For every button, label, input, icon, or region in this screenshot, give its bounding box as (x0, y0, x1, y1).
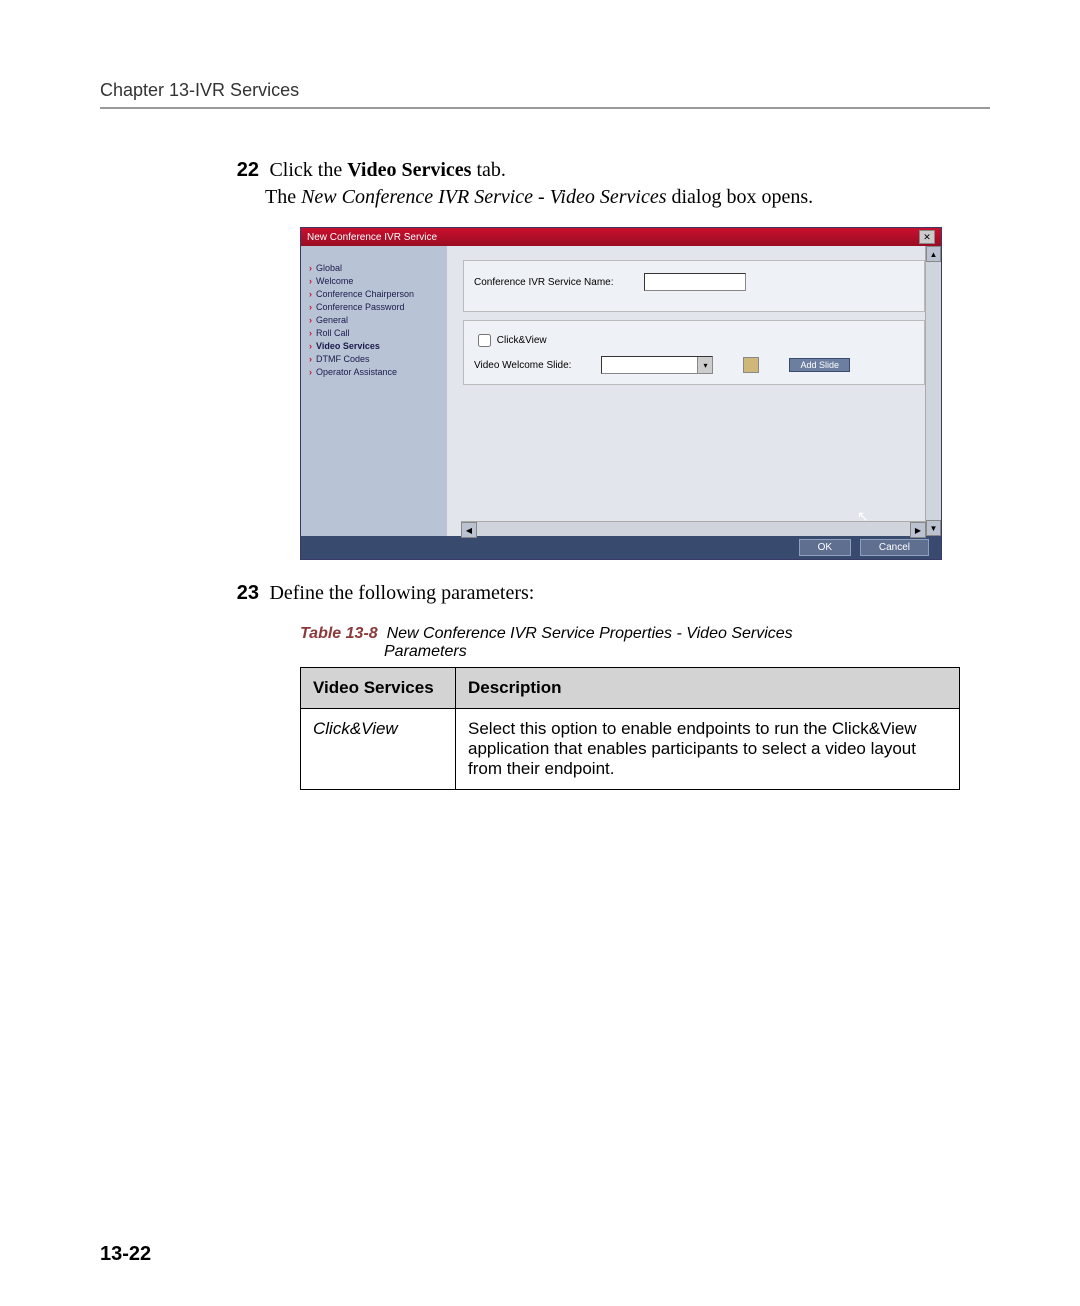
step-subtext: The New Conference IVR Service - Video S… (265, 186, 990, 209)
table-row: Click&View Select this option to enable … (301, 709, 960, 790)
step-prefix: Click the (269, 159, 347, 181)
table-label: Table 13-8 (300, 625, 378, 642)
scroll-down-icon[interactable]: ▼ (926, 520, 941, 536)
vertical-scrollbar[interactable]: ▲ ▼ (925, 246, 941, 536)
dialog-title: New Conference IVR Service (307, 232, 437, 243)
st-b: dialog box opens. (667, 186, 814, 208)
sidebar-item-rollcall[interactable]: Roll Call (309, 328, 439, 338)
clickview-row: Click&View (474, 331, 914, 350)
dialog-window: New Conference IVR Service ✕ Global Welc… (300, 227, 942, 560)
panel-video: Click&View Video Welcome Slide: Add Slid… (463, 320, 925, 385)
dialog-sidebar: Global Welcome Conference Chairperson Co… (301, 246, 447, 536)
dialog-footer: OK Cancel (301, 536, 941, 559)
cell-clickview-desc: Select this option to enable endpoints t… (456, 709, 960, 790)
params-table: Video Services Description Click&View Se… (300, 667, 960, 790)
st-i: New Conference IVR Service - Video Servi… (301, 186, 666, 208)
cancel-button[interactable]: Cancel (860, 539, 929, 556)
step-text: Define the following parameters: (269, 582, 534, 604)
page-number: 13-22 (100, 1243, 151, 1266)
clickview-checkbox[interactable] (478, 334, 491, 347)
sidebar-item-password[interactable]: Conference Password (309, 302, 439, 312)
cell-clickview: Click&View (301, 709, 456, 790)
sidebar-item-general[interactable]: General (309, 315, 439, 325)
header-rule (100, 107, 990, 109)
table-caption: Table 13-8 New Conference IVR Service Pr… (300, 625, 990, 661)
step-number: 23 (229, 582, 265, 605)
sidebar-item-welcome[interactable]: Welcome (309, 276, 439, 286)
sidebar-item-videoservices[interactable]: Video Services (309, 341, 439, 351)
table-header-row: Video Services Description (301, 668, 960, 709)
step-text: Click the Video Services tab. (269, 159, 505, 181)
welcome-slide-combo[interactable] (601, 356, 713, 374)
close-icon[interactable]: ✕ (919, 230, 935, 244)
table-caption-line2: Parameters (384, 643, 990, 661)
col-header-video-services: Video Services (301, 668, 456, 709)
sidebar-item-operator[interactable]: Operator Assistance (309, 367, 439, 377)
step-22: 22 Click the Video Services tab. The New… (265, 159, 990, 209)
sidebar-item-chairperson[interactable]: Conference Chairperson (309, 289, 439, 299)
clickview-label: Click&View (497, 335, 547, 346)
sidebar-item-dtmf[interactable]: DTMF Codes (309, 354, 439, 364)
step-23: 23 Define the following parameters: (265, 582, 990, 605)
sidebar-item-global[interactable]: Global (309, 263, 439, 273)
dialog-main: Conference IVR Service Name: Click&View … (447, 246, 941, 536)
page-header: Chapter 13-IVR Services (100, 80, 990, 101)
panel-service-name: Conference IVR Service Name: (463, 260, 925, 312)
col-header-description: Description (456, 668, 960, 709)
service-name-input[interactable] (644, 273, 746, 291)
browse-icon[interactable] (743, 357, 759, 373)
service-name-label: Conference IVR Service Name: (474, 277, 614, 288)
ok-button[interactable]: OK (799, 539, 851, 556)
cursor-icon: ↖ (857, 508, 869, 525)
step-suffix: tab. (471, 159, 505, 181)
scroll-left-icon[interactable]: ◀ (461, 522, 477, 538)
welcome-slide-row: Video Welcome Slide: Add Slide (474, 356, 914, 374)
step-number: 22 (229, 159, 265, 182)
table-caption-line1: New Conference IVR Service Properties - … (387, 625, 793, 642)
step-bold: Video Services (347, 159, 471, 181)
dialog-titlebar: New Conference IVR Service ✕ (301, 228, 941, 246)
welcome-slide-label: Video Welcome Slide: (474, 360, 571, 371)
st-a: The (265, 186, 301, 208)
add-slide-button[interactable]: Add Slide (789, 358, 850, 372)
scroll-up-icon[interactable]: ▲ (926, 246, 941, 262)
scroll-right-icon[interactable]: ▶ (910, 522, 926, 538)
